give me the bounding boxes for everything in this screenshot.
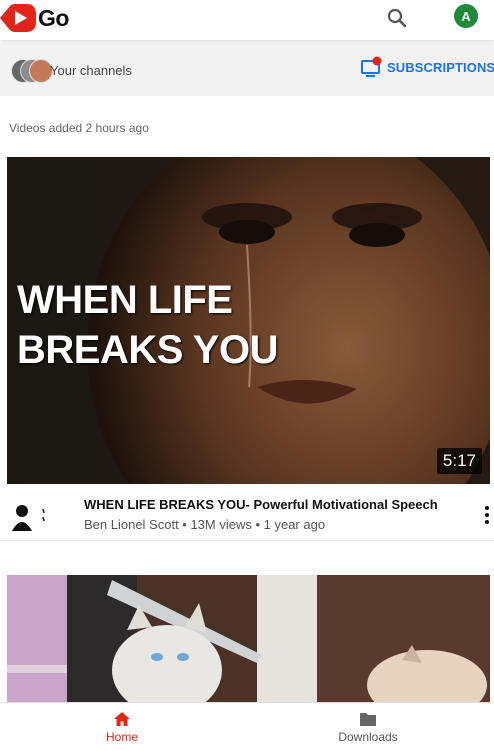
search-button[interactable]: [386, 7, 408, 29]
tab-downloads[interactable]: Downloads: [300, 703, 436, 751]
more-options-button[interactable]: [483, 505, 491, 525]
your-channels-link[interactable]: Your channels: [50, 63, 132, 78]
subscriptions-label: SUBSCRIPTIONS: [387, 59, 494, 75]
thumbnail-caption-line2: BREAKS YOU: [17, 328, 278, 372]
bottom-navigation: Home Downloads: [0, 702, 494, 751]
app-logo[interactable]: Go: [0, 3, 69, 33]
play-logo-icon: [0, 4, 36, 32]
video-thumbnail[interactable]: [7, 575, 490, 702]
top-app-bar: Go A: [0, 0, 494, 40]
folder-icon: [360, 712, 376, 726]
channel-thumbnail[interactable]: [10, 503, 48, 533]
video-title[interactable]: WHEN LIFE BREAKS YOU- Powerful Motivatio…: [84, 497, 438, 512]
app-logo-text: Go: [38, 4, 69, 31]
thumbnail-caption: WHEN LIFE BREAKS YOU: [17, 275, 278, 375]
account-avatar[interactable]: A: [454, 4, 478, 28]
thumbnail-caption-line1: WHEN LIFE: [17, 278, 233, 322]
video-thumbnail[interactable]: WHEN LIFE BREAKS YOU 5:17: [7, 157, 490, 484]
channel-avatar-icon: [12, 505, 45, 531]
thumbnail-image: [7, 575, 490, 702]
search-icon: [387, 8, 407, 28]
section-label: Videos added 2 hours ago: [9, 121, 149, 135]
subscriptions-button[interactable]: SUBSCRIPTIONS: [361, 56, 494, 78]
video-meta: Ben Lionel Scott • 13M views • 1 year ag…: [84, 517, 326, 532]
tab-downloads-label: Downloads: [338, 729, 398, 744]
video-duration: 5:17: [436, 448, 482, 474]
your-channels-avatars[interactable]: [11, 59, 53, 83]
subscriptions-icon: [361, 56, 382, 77]
home-icon: [114, 711, 130, 726]
more-vert-icon: [485, 506, 489, 524]
tab-home[interactable]: Home: [82, 703, 162, 751]
tab-home-label: Home: [105, 729, 138, 744]
